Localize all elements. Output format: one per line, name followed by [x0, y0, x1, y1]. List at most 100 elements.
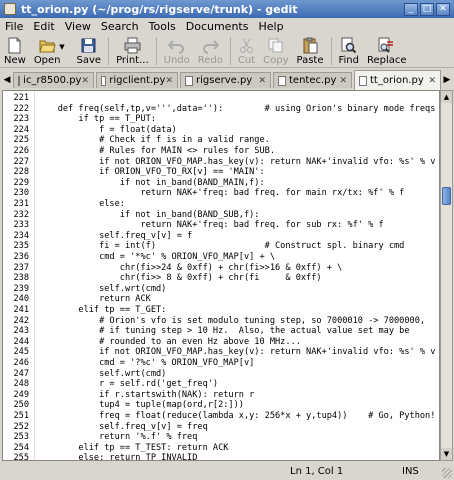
- code-text: chr(fi>>24 & 0xff) + chr(fi>>16 & 0xff) …: [37, 262, 343, 273]
- scrollbar-thumb[interactable]: [442, 187, 451, 205]
- code-line[interactable]: 236 cmd = '*%c' % ORION_VFO_MAP[v] + \: [3, 252, 439, 263]
- code-editor[interactable]: 221 222 def freq(self,tp,v=''',data=''): …: [2, 90, 440, 461]
- line-number: 237: [13, 262, 29, 273]
- tab-ic-r8500[interactable]: ic_r8500.py ✕: [13, 72, 94, 88]
- code-text: self.freq_v[v] = f: [37, 230, 193, 241]
- maximize-button[interactable]: □: [420, 2, 434, 16]
- menu-documents[interactable]: Documents: [181, 20, 254, 33]
- code-line[interactable]: 253 return '%.f' % freq: [3, 432, 439, 443]
- line-number: 251: [13, 411, 29, 421]
- tab-tt-orion[interactable]: tt_orion.py ✕: [354, 70, 441, 90]
- line-number: 238: [13, 273, 29, 284]
- code-line[interactable]: 223 if tp == T_PUT:: [3, 114, 439, 125]
- open-button[interactable]: ▼ Open: [30, 35, 65, 67]
- find-magnifier-icon: [341, 37, 357, 54]
- paste-clipboard-icon: [303, 37, 317, 54]
- new-button[interactable]: New: [0, 35, 30, 67]
- code-text: r = self.rd('get_freq'): [37, 379, 219, 390]
- menu-file[interactable]: File: [0, 20, 28, 33]
- code-line[interactable]: 234 self.freq_v[v] = f: [3, 231, 439, 242]
- menu-view[interactable]: View: [60, 20, 96, 33]
- tab-scroll-right-icon[interactable]: ▶: [441, 72, 453, 88]
- code-line[interactable]: 229 if not in_band(BAND_MAIN,f):: [3, 178, 439, 189]
- copy-button[interactable]: Copy: [259, 35, 292, 67]
- code-line[interactable]: 255 else: return TP_INVALID: [3, 453, 439, 461]
- code-line[interactable]: 243 # if tuning step > 10 Hz. Also, the …: [3, 326, 439, 337]
- scroll-down-icon[interactable]: ▼: [441, 448, 452, 460]
- code-line[interactable]: 248 r = self.rd('get_freq'): [3, 379, 439, 390]
- line-number: 222: [13, 103, 29, 114]
- code-line[interactable]: 249 if r.startswith(NAK): return r: [3, 390, 439, 401]
- code-line[interactable]: 230 return NAK+'freq: bad freq. for main…: [3, 188, 439, 199]
- code-text: elif tp == T_GET:: [37, 305, 167, 315]
- line-number: 229: [13, 177, 29, 188]
- tab-scroll-left-icon[interactable]: ◀: [1, 72, 13, 88]
- menu-edit[interactable]: Edit: [28, 20, 59, 33]
- code-line[interactable]: 235 fi = int(f) # Construct spl. binary …: [3, 241, 439, 252]
- replace-button[interactable]: Replace: [363, 35, 411, 67]
- code-line[interactable]: 252 self.freq_v[v] = freq: [3, 422, 439, 433]
- code-line[interactable]: 222 def freq(self,tp,v=''',data=''): # u…: [3, 104, 439, 115]
- redo-button[interactable]: Redo: [194, 35, 227, 67]
- tab-close-icon[interactable]: ✕: [258, 76, 266, 86]
- line-number: 244: [13, 336, 29, 347]
- code-line[interactable]: 241 elif tp == T_GET:: [3, 305, 439, 316]
- paste-button[interactable]: Paste: [293, 35, 328, 67]
- line-number: 234: [13, 230, 29, 241]
- line-number: 232: [13, 209, 29, 220]
- code-line[interactable]: 228 if ORION_VFO_TO_RX[v] == 'MAIN':: [3, 167, 439, 178]
- line-number: 230: [13, 188, 29, 199]
- line-number: 255: [13, 453, 29, 461]
- find-button[interactable]: Find: [335, 35, 364, 67]
- code-line[interactable]: 233 return NAK+'freq: bad freq. for sub …: [3, 220, 439, 231]
- tab-close-icon[interactable]: ✕: [165, 76, 173, 86]
- undo-button[interactable]: Undo: [160, 35, 194, 67]
- code-line[interactable]: 237 chr(fi>>24 & 0xff) + chr(fi>>16 & 0x…: [3, 263, 439, 274]
- print-button[interactable]: Print...: [112, 35, 153, 67]
- tab-close-icon[interactable]: ✕: [81, 76, 89, 86]
- tab-rigserve[interactable]: rigserve.py ✕: [180, 72, 271, 88]
- insert-mode-indicator: INS: [402, 465, 419, 477]
- menu-search[interactable]: Search: [96, 20, 144, 33]
- code-line[interactable]: 231 else:: [3, 199, 439, 210]
- code-line[interactable]: 239 self.wrt(cmd): [3, 284, 439, 295]
- code-line[interactable]: 245 if not ORION_VFO_MAP.has_key(v): ret…: [3, 347, 439, 358]
- code-line[interactable]: 224 f = float(data): [3, 125, 439, 136]
- code-line[interactable]: 246 cmd = '?%c' % ORION_VFO_MAP[v]: [3, 358, 439, 369]
- menu-tools[interactable]: Tools: [144, 20, 181, 33]
- line-number: 240: [13, 294, 29, 305]
- line-number: 236: [13, 252, 29, 262]
- code-line[interactable]: 225 # Check if f is in a valid range.: [3, 135, 439, 146]
- code-line[interactable]: 238 chr(fi>> 8 & 0xff) + chr(fi & 0xff): [3, 273, 439, 284]
- vertical-scrollbar[interactable]: ▲ ▼: [440, 90, 453, 461]
- code-line[interactable]: 227 if not ORION_VFO_MAP.has_key(v): ret…: [3, 157, 439, 168]
- code-line[interactable]: 254 elif tp == T_TEST: return ACK: [3, 443, 439, 454]
- resize-grip[interactable]: [442, 468, 452, 478]
- scroll-up-icon[interactable]: ▲: [441, 91, 452, 103]
- folder-open-icon: [39, 40, 56, 53]
- code-line[interactable]: 242 # Orion's vfo is set modulo tuning s…: [3, 316, 439, 327]
- line-number: 241: [13, 305, 29, 315]
- code-line[interactable]: 232 if not in_band(BAND_SUB,f):: [3, 210, 439, 221]
- code-line[interactable]: 226 # Rules for MAIN <> rules for SUB.: [3, 146, 439, 157]
- chevron-down-icon[interactable]: ▼: [59, 43, 64, 51]
- code-line[interactable]: 240 return ACK: [3, 294, 439, 305]
- gedit-app-icon[interactable]: [4, 3, 16, 15]
- code-text: if not ORION_VFO_MAP.has_key(v): return …: [37, 156, 436, 167]
- code-line[interactable]: 221: [3, 93, 439, 104]
- code-line[interactable]: 251 freq = float(reduce(lambda x,y: 256*…: [3, 411, 439, 422]
- code-line[interactable]: 244 # rounded to an even Hz above 10 MHz…: [3, 337, 439, 348]
- code-line[interactable]: 250 tup4 = tuple(map(ord,r[2:])): [3, 400, 439, 411]
- tab-tentec[interactable]: tentec.py ✕: [273, 72, 352, 88]
- save-button[interactable]: Save: [73, 35, 106, 67]
- code-line[interactable]: 247 self.wrt(cmd): [3, 369, 439, 380]
- cut-button[interactable]: Cut: [234, 35, 259, 67]
- line-number: 235: [13, 241, 29, 252]
- tab-close-icon[interactable]: ✕: [339, 76, 347, 86]
- document-icon: [185, 75, 193, 86]
- menu-help[interactable]: Help: [253, 20, 288, 33]
- tab-close-icon[interactable]: ✕: [428, 76, 436, 86]
- minimize-button[interactable]: _: [404, 2, 418, 16]
- close-button[interactable]: ✕: [436, 2, 450, 16]
- tab-rigclient[interactable]: rigclient.py ✕: [96, 72, 178, 88]
